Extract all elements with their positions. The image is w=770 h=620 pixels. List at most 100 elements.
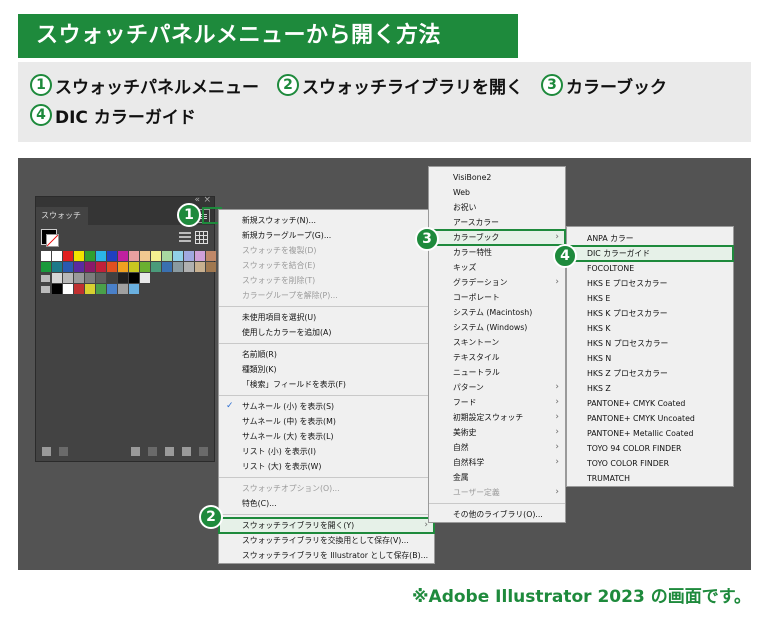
color-swatch[interactable] xyxy=(96,273,106,283)
menu-item[interactable]: 種類別(K) xyxy=(219,362,434,377)
trash-icon[interactable] xyxy=(199,446,208,456)
menu-item[interactable]: TOYO COLOR FINDER xyxy=(567,456,733,471)
menu-item[interactable]: PANTONE+ CMYK Coated xyxy=(567,396,733,411)
library-menu-icon[interactable] xyxy=(42,446,51,456)
menu-item[interactable]: システム (Windows) xyxy=(429,320,565,335)
menu-item[interactable]: スウォッチライブラリを開く(Y) › xyxy=(218,517,435,534)
color-swatch[interactable] xyxy=(129,251,139,261)
menu-item[interactable]: 新規スウォッチ(N)... xyxy=(219,213,434,228)
menu-item[interactable]: コーポレート xyxy=(429,290,565,305)
menu-item[interactable]: HKS E xyxy=(567,291,733,306)
menu-item[interactable]: ANPA カラー xyxy=(567,231,733,246)
color-swatch[interactable] xyxy=(85,262,95,272)
color-swatch[interactable] xyxy=(151,262,161,272)
menu-item[interactable]: PANTONE+ CMYK Uncoated xyxy=(567,411,733,426)
color-swatch[interactable] xyxy=(107,273,117,283)
menu-item[interactable]: Web xyxy=(429,185,565,200)
color-swatch[interactable] xyxy=(140,273,150,283)
menu-item[interactable]: HKS K プロセスカラー xyxy=(567,306,733,321)
menu-item[interactable]: リスト (小) を表示(I) xyxy=(219,444,434,459)
color-swatch[interactable] xyxy=(118,251,128,261)
menu-item[interactable]: 「検索」フィールドを表示(F) xyxy=(219,377,434,392)
color-swatch[interactable] xyxy=(162,262,172,272)
menu-item[interactable]: FOCOLTONE xyxy=(567,261,733,276)
swatch-options-icon[interactable] xyxy=(131,446,140,456)
menu-item[interactable]: TRUMATCH xyxy=(567,471,733,486)
color-swatch[interactable] xyxy=(85,273,95,283)
color-swatch[interactable] xyxy=(129,273,139,283)
close-icon[interactable]: × xyxy=(203,195,211,205)
grid-view-icon[interactable] xyxy=(195,231,208,244)
color-swatch[interactable] xyxy=(96,251,106,261)
color-swatch[interactable] xyxy=(107,284,117,294)
menu-item[interactable]: HKS Z xyxy=(567,381,733,396)
menu-item[interactable]: スウォッチライブラリを Illustrator として保存(B)... xyxy=(219,548,434,563)
menu-item[interactable]: サムネール (中) を表示(M) xyxy=(219,414,434,429)
color-swatch[interactable] xyxy=(96,284,106,294)
menu-item[interactable]: キッズ xyxy=(429,260,565,275)
menu-item[interactable]: システム (Macintosh) xyxy=(429,305,565,320)
color-swatch[interactable] xyxy=(41,262,51,272)
color-swatch[interactable] xyxy=(96,262,106,272)
color-swatch[interactable] xyxy=(63,284,73,294)
color-swatch[interactable] xyxy=(173,251,183,261)
color-swatch[interactable] xyxy=(63,273,73,283)
show-kinds-icon[interactable] xyxy=(59,446,68,456)
menu-item[interactable]: HKS Z プロセスカラー xyxy=(567,366,733,381)
color-swatch[interactable] xyxy=(52,284,62,294)
menu-item[interactable]: TOYO 94 COLOR FINDER xyxy=(567,441,733,456)
menu-item[interactable]: 名前順(R) xyxy=(219,347,434,362)
menu-item[interactable]: 未使用項目を選択(U) xyxy=(219,310,434,325)
menu-item[interactable]: お祝い xyxy=(429,200,565,215)
color-swatch[interactable] xyxy=(85,284,95,294)
color-swatch[interactable] xyxy=(52,262,62,272)
color-swatch[interactable] xyxy=(140,262,150,272)
menu-item[interactable]: サムネール (大) を表示(L) xyxy=(219,429,434,444)
color-swatch[interactable] xyxy=(206,262,216,272)
menu-item[interactable]: グラデーション › xyxy=(429,275,565,290)
color-swatch[interactable] xyxy=(206,251,216,261)
color-swatch[interactable] xyxy=(107,262,117,272)
color-swatch[interactable] xyxy=(162,251,172,261)
tab-swatches[interactable]: スウォッチ xyxy=(36,207,88,225)
menu-item[interactable]: HKS K xyxy=(567,321,733,336)
color-swatch[interactable] xyxy=(118,273,128,283)
color-swatch[interactable] xyxy=(151,251,161,261)
menu-item[interactable]: スウォッチライブラリを交換用として保存(V)... xyxy=(219,533,434,548)
menu-item[interactable]: 金属 xyxy=(429,470,565,485)
menu-item[interactable]: ニュートラル xyxy=(429,365,565,380)
menu-item[interactable]: ✓ サムネール (小) を表示(S) xyxy=(219,399,434,414)
menu-item[interactable]: HKS E プロセスカラー xyxy=(567,276,733,291)
color-swatch[interactable] xyxy=(107,251,117,261)
color-swatch[interactable] xyxy=(140,251,150,261)
color-swatch[interactable] xyxy=(118,262,128,272)
color-swatch[interactable] xyxy=(173,262,183,272)
menu-item-more-libraries[interactable]: その他のライブラリ(O)... xyxy=(429,507,565,522)
color-group-folder-icon[interactable] xyxy=(41,286,50,293)
menu-item[interactable]: 特色(C)... xyxy=(219,496,434,511)
new-group-folder-icon[interactable] xyxy=(165,446,174,456)
color-swatch[interactable] xyxy=(52,251,62,261)
menu-item[interactable]: 使用したカラーを追加(A) xyxy=(219,325,434,340)
menu-item[interactable]: テキスタイル xyxy=(429,350,565,365)
menu-item[interactable]: 初期設定スウォッチ › xyxy=(429,410,565,425)
color-swatch[interactable] xyxy=(85,251,95,261)
menu-item[interactable]: HKS N xyxy=(567,351,733,366)
menu-item[interactable]: スキントーン xyxy=(429,335,565,350)
menu-item[interactable]: 自然 › xyxy=(429,440,565,455)
menu-item[interactable]: VisiBone2 xyxy=(429,170,565,185)
menu-item[interactable]: 自然科学 › xyxy=(429,455,565,470)
color-swatch[interactable] xyxy=(63,251,73,261)
color-group-options-icon[interactable] xyxy=(148,446,157,456)
menu-item[interactable]: DIC カラーガイド xyxy=(566,245,734,262)
color-swatch[interactable] xyxy=(74,273,84,283)
color-swatch[interactable] xyxy=(184,262,194,272)
color-swatch[interactable] xyxy=(195,251,205,261)
color-swatch[interactable] xyxy=(74,262,84,272)
menu-item[interactable]: PANTONE+ Metallic Coated xyxy=(567,426,733,441)
stroke-swatch-icon[interactable] xyxy=(46,234,59,247)
color-swatch[interactable] xyxy=(118,284,128,294)
color-swatch[interactable] xyxy=(129,284,139,294)
list-view-icon[interactable] xyxy=(179,231,191,243)
menu-item[interactable]: パターン › xyxy=(429,380,565,395)
